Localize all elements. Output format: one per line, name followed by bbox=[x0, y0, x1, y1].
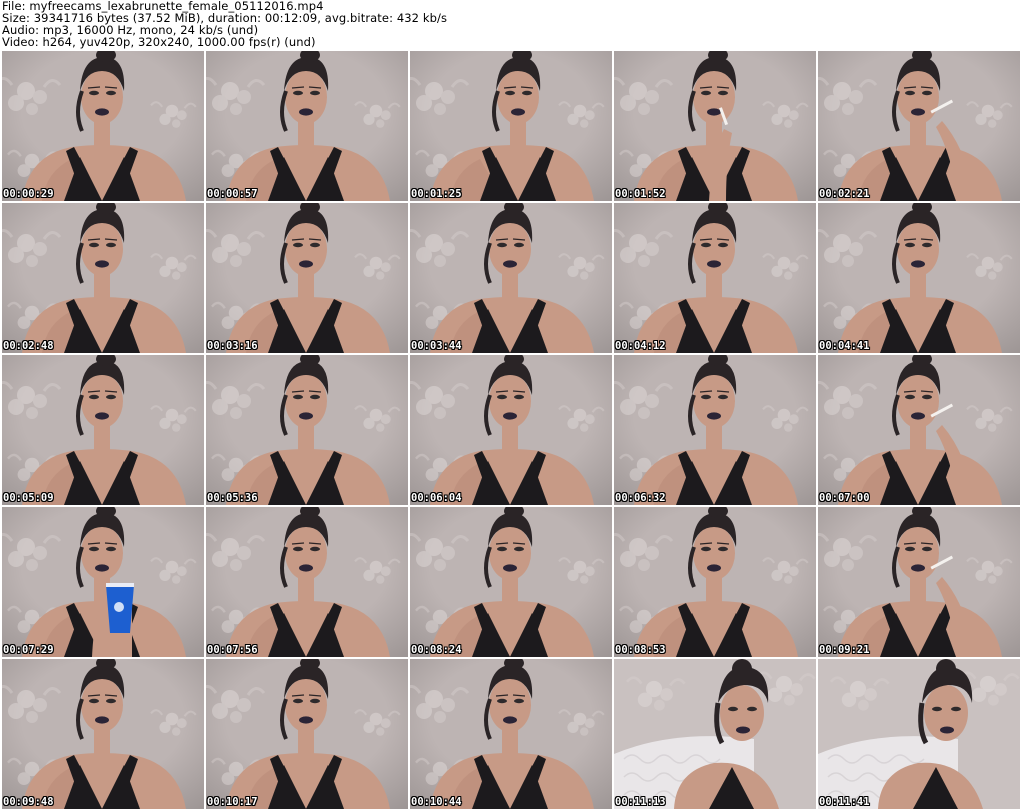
thumbnail-frame: 00:07:00 bbox=[818, 355, 1020, 505]
thumbnail-frame: 00:11:41 bbox=[818, 659, 1020, 809]
frame-image bbox=[206, 203, 408, 353]
frame-timestamp: 00:07:56 bbox=[207, 644, 258, 656]
frame-image bbox=[2, 659, 204, 809]
thumbnail-frame: 00:07:56 bbox=[206, 507, 408, 657]
frame-timestamp: 00:05:09 bbox=[3, 492, 54, 504]
frame-timestamp: 00:08:24 bbox=[411, 644, 462, 656]
frame-image bbox=[614, 659, 816, 809]
frame-timestamp: 00:04:12 bbox=[615, 340, 666, 352]
frame-timestamp: 00:10:17 bbox=[207, 796, 258, 808]
frame-timestamp: 00:10:44 bbox=[411, 796, 462, 808]
thumbnail-frame: 00:05:36 bbox=[206, 355, 408, 505]
thumbnail-frame: 00:04:41 bbox=[818, 203, 1020, 353]
thumbnail-frame: 00:00:57 bbox=[206, 51, 408, 201]
frame-image bbox=[614, 51, 816, 201]
thumbnail-frame: 00:01:52 bbox=[614, 51, 816, 201]
file-info-header: File: myfreecams_lexabrunette_female_051… bbox=[2, 0, 1020, 50]
frame-image bbox=[410, 507, 612, 657]
frame-timestamp: 00:09:48 bbox=[3, 796, 54, 808]
frame-image bbox=[410, 659, 612, 809]
frame-timestamp: 00:07:00 bbox=[819, 492, 870, 504]
frame-image bbox=[614, 355, 816, 505]
frame-image bbox=[206, 51, 408, 201]
frame-image bbox=[206, 507, 408, 657]
frame-image bbox=[2, 355, 204, 505]
frame-timestamp: 00:09:21 bbox=[819, 644, 870, 656]
thumbnail-grid: 00:00:29 00:00:57 00:01:25 00:01:52 00:0… bbox=[2, 51, 1024, 811]
frame-timestamp: 00:05:36 bbox=[207, 492, 258, 504]
frame-timestamp: 00:02:48 bbox=[3, 340, 54, 352]
frame-timestamp: 00:11:41 bbox=[819, 796, 870, 808]
thumbnail-frame: 00:06:04 bbox=[410, 355, 612, 505]
thumbnail-frame: 00:07:29 bbox=[2, 507, 204, 657]
thumbnail-frame: 00:06:32 bbox=[614, 355, 816, 505]
thumbnail-frame: 00:10:17 bbox=[206, 659, 408, 809]
frame-image bbox=[2, 51, 204, 201]
frame-timestamp: 00:00:29 bbox=[3, 188, 54, 200]
thumbnail-frame: 00:08:24 bbox=[410, 507, 612, 657]
thumbnail-frame: 00:05:09 bbox=[2, 355, 204, 505]
frame-timestamp: 00:03:44 bbox=[411, 340, 462, 352]
thumbnail-frame: 00:04:12 bbox=[614, 203, 816, 353]
frame-image bbox=[818, 507, 1020, 657]
frame-timestamp: 00:11:13 bbox=[615, 796, 666, 808]
video-info-line: Video: h264, yuv420p, 320x240, 1000.00 f… bbox=[2, 35, 316, 49]
frame-image bbox=[818, 51, 1020, 201]
frame-timestamp: 00:01:52 bbox=[615, 188, 666, 200]
frame-timestamp: 00:04:41 bbox=[819, 340, 870, 352]
thumbnail-frame: 00:09:21 bbox=[818, 507, 1020, 657]
frame-timestamp: 00:01:25 bbox=[411, 188, 462, 200]
frame-timestamp: 00:03:16 bbox=[207, 340, 258, 352]
frame-image bbox=[2, 507, 204, 657]
frame-image bbox=[818, 659, 1020, 809]
frame-timestamp: 00:07:29 bbox=[3, 644, 54, 656]
thumbnail-frame: 00:09:48 bbox=[2, 659, 204, 809]
frame-image bbox=[410, 355, 612, 505]
thumbnail-frame: 00:00:29 bbox=[2, 51, 204, 201]
frame-timestamp: 00:06:32 bbox=[615, 492, 666, 504]
frame-image bbox=[206, 659, 408, 809]
frame-image bbox=[614, 203, 816, 353]
thumbnail-frame: 00:08:53 bbox=[614, 507, 816, 657]
frame-image bbox=[614, 507, 816, 657]
frame-image bbox=[818, 355, 1020, 505]
thumbnail-frame: 00:03:16 bbox=[206, 203, 408, 353]
frame-image bbox=[206, 355, 408, 505]
frame-timestamp: 00:08:53 bbox=[615, 644, 666, 656]
frame-timestamp: 00:02:21 bbox=[819, 188, 870, 200]
thumbnail-frame: 00:01:25 bbox=[410, 51, 612, 201]
frame-timestamp: 00:06:04 bbox=[411, 492, 462, 504]
frame-image bbox=[410, 51, 612, 201]
thumbnail-frame: 00:10:44 bbox=[410, 659, 612, 809]
thumbnail-frame: 00:03:44 bbox=[410, 203, 612, 353]
frame-image bbox=[818, 203, 1020, 353]
frame-image bbox=[2, 203, 204, 353]
thumbnail-frame: 00:02:21 bbox=[818, 51, 1020, 201]
thumbnail-frame: 00:02:48 bbox=[2, 203, 204, 353]
thumbnail-frame: 00:11:13 bbox=[614, 659, 816, 809]
frame-timestamp: 00:00:57 bbox=[207, 188, 258, 200]
frame-image bbox=[410, 203, 612, 353]
